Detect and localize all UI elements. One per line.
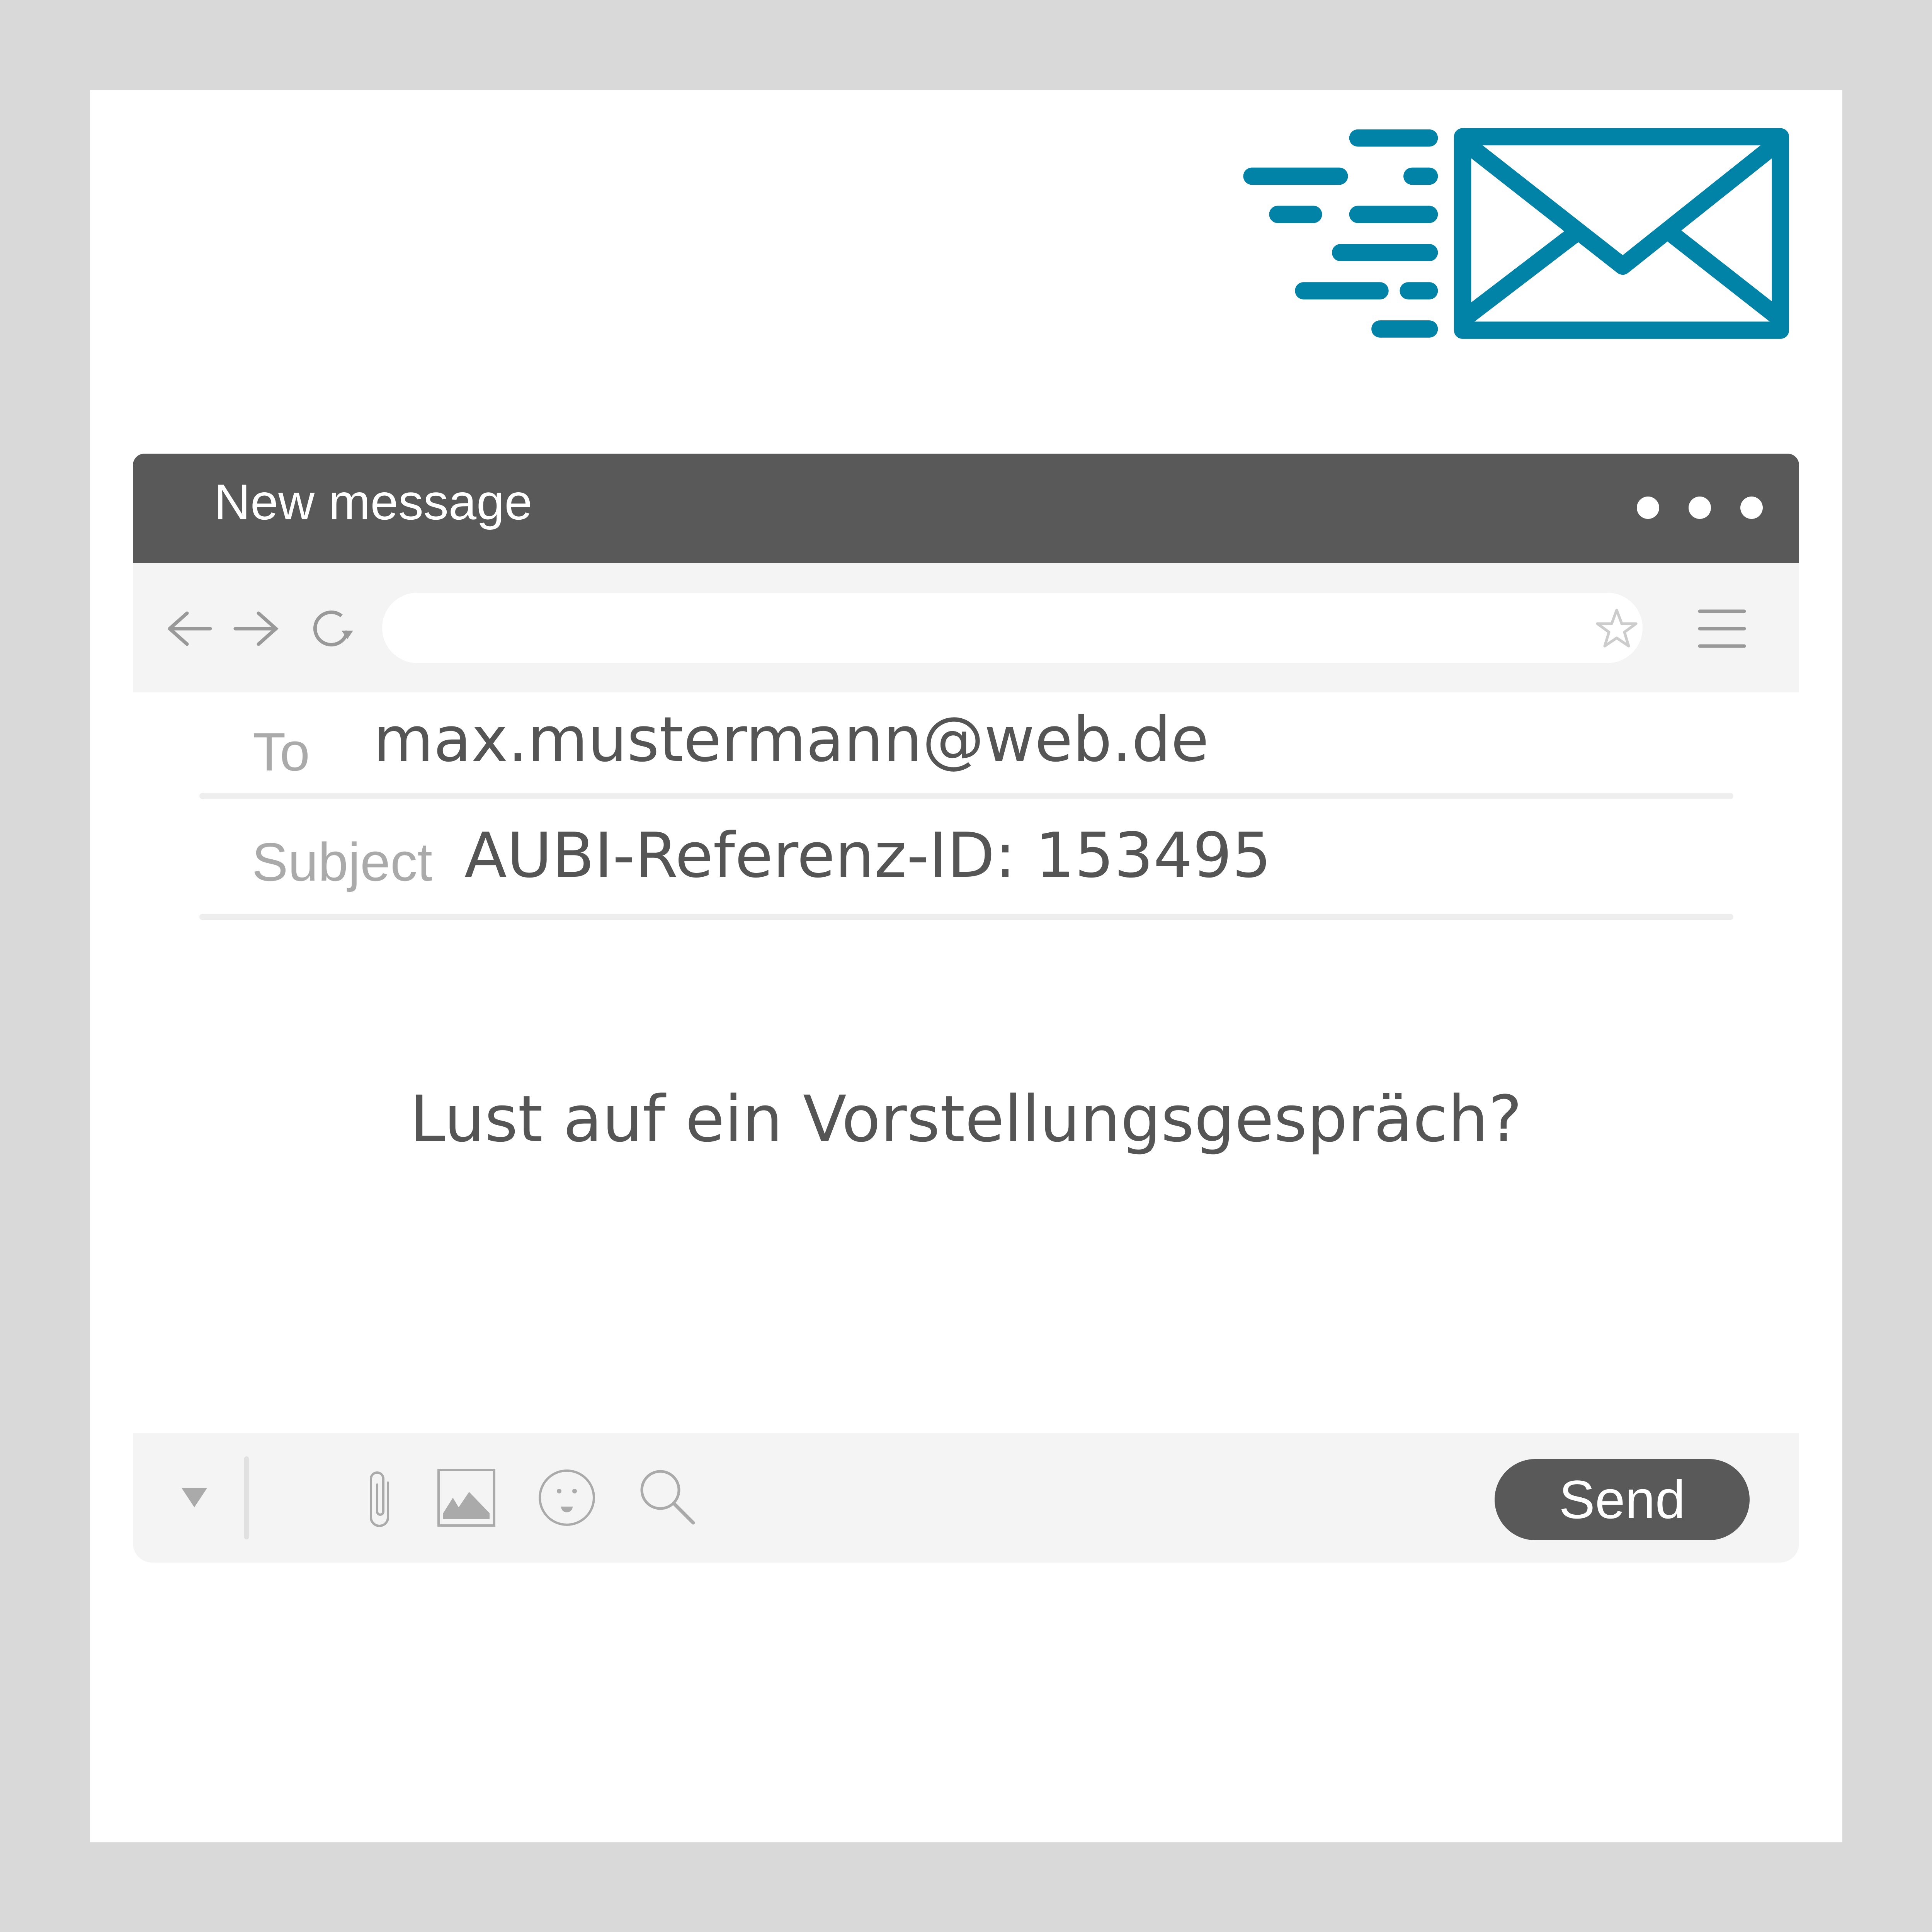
image-icon[interactable]	[437, 1469, 495, 1527]
to-field[interactable]: max.mustermann@web.de	[373, 703, 1209, 776]
search-icon[interactable]	[639, 1469, 697, 1527]
refresh-icon[interactable]	[311, 607, 357, 650]
to-label: To	[253, 721, 310, 782]
hamburger-menu-icon[interactable]	[1698, 607, 1746, 650]
toolbar-divider	[244, 1456, 249, 1539]
fast-mail-envelope-icon	[1243, 128, 1789, 339]
title-bar: New message	[133, 454, 1799, 563]
back-arrow-icon[interactable]	[168, 609, 214, 648]
compose-toolbar: Send	[133, 1433, 1799, 1563]
address-bar[interactable]	[382, 593, 1643, 663]
browser-toolbar	[133, 563, 1799, 692]
window-title: New message	[214, 474, 532, 530]
subject-label: Subject	[252, 832, 432, 892]
send-button[interactable]: Send	[1495, 1459, 1750, 1540]
paperclip-icon[interactable]	[365, 1467, 396, 1529]
forward-arrow-icon[interactable]	[233, 609, 280, 648]
star-icon[interactable]	[1595, 608, 1638, 649]
emoji-icon[interactable]	[538, 1469, 596, 1527]
subject-divider	[199, 914, 1733, 920]
to-divider	[199, 793, 1733, 799]
subject-field[interactable]: AUBI-Referenz-ID: 153495	[464, 819, 1271, 891]
message-body[interactable]: Lust auf ein Vorstellungsgespräch?	[0, 1082, 1932, 1156]
dropdown-triangle-icon[interactable]	[181, 1487, 208, 1509]
more-dots-icon[interactable]	[1621, 454, 1798, 563]
